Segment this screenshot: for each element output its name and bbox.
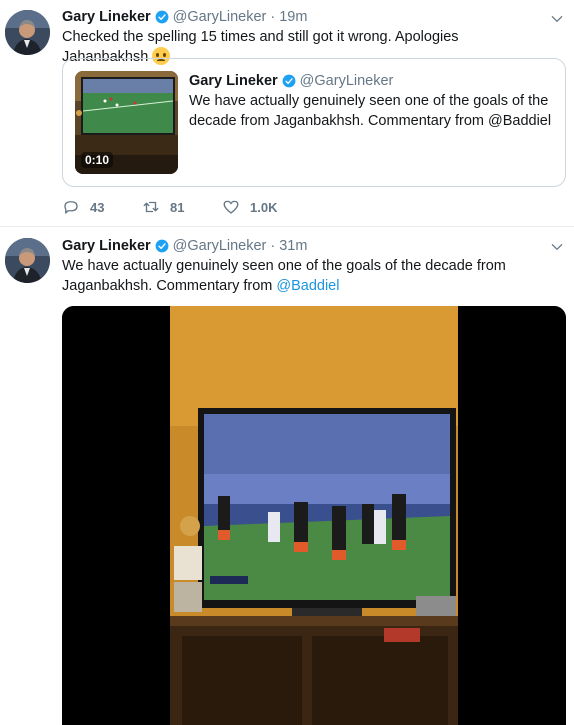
reply-button[interactable]: 43 — [62, 198, 104, 216]
verified-badge-icon — [155, 10, 169, 24]
mention-link[interactable]: @Baddiel — [276, 278, 339, 294]
retweet-count: 81 — [170, 199, 185, 215]
retweet-button[interactable]: 81 — [142, 198, 184, 216]
tweet[interactable]: Gary Lineker @GaryLineker · 31m We have … — [0, 227, 574, 725]
avatar[interactable] — [5, 10, 50, 55]
avatar[interactable] — [5, 238, 50, 283]
author-name[interactable]: Gary Lineker — [62, 9, 151, 25]
like-button[interactable]: 1.0K — [222, 198, 277, 216]
tweet-text: We have actually genuinely seen one of t… — [62, 256, 542, 296]
quoted-tweet-header: Gary Lineker @GaryLineker — [189, 71, 393, 91]
author-handle[interactable]: @GaryLineker — [173, 238, 267, 254]
tweet-timestamp[interactable]: 19m — [279, 9, 307, 25]
separator-dot: · — [270, 9, 276, 25]
video-player[interactable] — [62, 306, 566, 725]
chevron-down-icon[interactable] — [550, 240, 564, 254]
video-frame — [62, 306, 566, 725]
quoted-author-handle: @GaryLineker — [299, 73, 394, 89]
tweet[interactable]: Gary Lineker @GaryLineker · 19m Checked … — [0, 0, 574, 226]
video-thumbnail[interactable]: 0:10 — [75, 71, 178, 174]
reply-icon — [64, 201, 78, 214]
video-duration: 0:10 — [81, 152, 114, 168]
author-name[interactable]: Gary Lineker — [62, 238, 151, 254]
separator-dot: · — [270, 238, 276, 254]
quoted-tweet-card[interactable]: 0:10 Gary Lineker @GaryLineker We have a… — [62, 58, 566, 187]
quoted-author-name: Gary Lineker — [189, 73, 278, 89]
verified-badge-icon — [282, 74, 296, 88]
retweet-icon — [143, 201, 159, 213]
quoted-tweet-text: We have actually genuinely seen one of t… — [189, 93, 552, 129]
tweet-timestamp[interactable]: 31m — [279, 238, 307, 254]
reply-count: 43 — [90, 199, 105, 215]
verified-badge-icon — [155, 239, 169, 253]
tweet-actions: 43 81 1.0K — [62, 198, 462, 220]
author-handle[interactable]: @GaryLineker — [173, 9, 267, 25]
like-count: 1.0K — [250, 199, 278, 215]
chevron-down-icon[interactable] — [550, 12, 564, 26]
tweet-header: Gary Lineker @GaryLineker · 19m — [62, 7, 307, 27]
tweet-header: Gary Lineker @GaryLineker · 31m — [62, 236, 307, 256]
heart-icon — [223, 200, 239, 214]
